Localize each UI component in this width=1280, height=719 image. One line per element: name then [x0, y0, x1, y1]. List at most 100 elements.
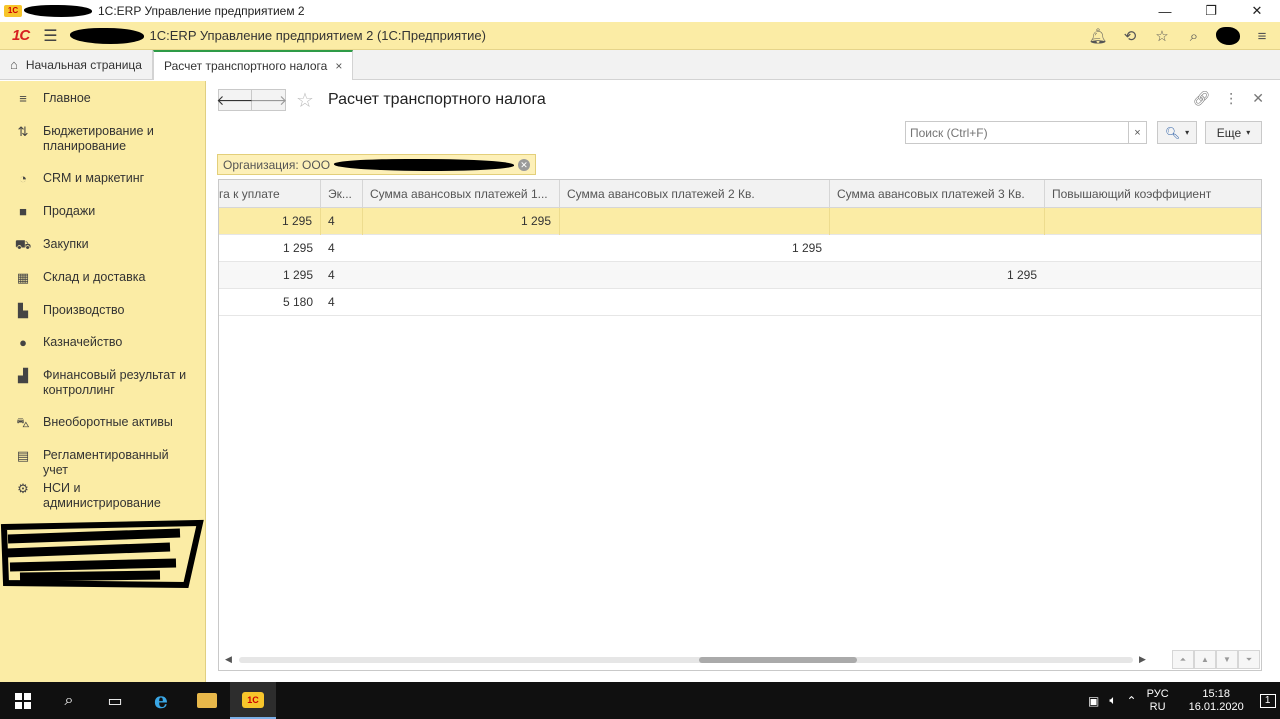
sidebar-item-regulated-accounting[interactable]: ▤ Регламентированный учет: [0, 448, 206, 478]
more-button[interactable]: Еще ▾: [1205, 121, 1262, 144]
table-cell: 1 295: [1006, 268, 1037, 282]
forward-button[interactable]: 🡒: [250, 89, 287, 111]
gear-icon: ⚙: [17, 481, 29, 496]
table-row[interactable]: 1 295 4 1 295: [219, 208, 1261, 235]
column-header[interactable]: Эк...: [321, 180, 363, 208]
bell-icon[interactable]: 🔔︎: [1088, 27, 1108, 45]
table-cell: [363, 289, 560, 316]
redaction-mark: [1216, 27, 1240, 45]
filter-remove-icon[interactable]: ✕: [518, 158, 531, 171]
tab-home[interactable]: ⌂ Начальная страница: [0, 50, 153, 79]
sidebar-item-treasury[interactable]: ● Казначейство: [0, 335, 206, 350]
sidebar-item-purchases[interactable]: ⛟ Закупки: [0, 237, 206, 252]
more-button-label: Еще: [1216, 125, 1242, 140]
taskbar-ie[interactable]: e: [138, 682, 184, 719]
sidebar-item-label: Главное: [43, 91, 91, 105]
settings-menu-icon[interactable]: ≡: [1252, 28, 1272, 45]
table-row[interactable]: 5 180 4: [219, 289, 1261, 316]
volume-icon[interactable]: 🔈︎: [1109, 693, 1116, 708]
tab-transport-tax[interactable]: Расчет транспортного налога ×: [152, 50, 354, 80]
task-view-button[interactable]: ▭: [92, 682, 138, 719]
taskbar-1c[interactable]: 1С: [230, 682, 276, 719]
sidebar-item-financial-result[interactable]: ▟ Финансовый результат и контроллинг: [0, 368, 206, 398]
table-cell: [830, 208, 1045, 235]
table-cell: 1 295: [791, 241, 822, 255]
page-down-icon[interactable]: ▼: [1216, 650, 1238, 669]
column-header[interactable]: Сумма авансовых платежей 3 Кв.: [830, 180, 1045, 208]
restore-button[interactable]: ❐: [1188, 0, 1234, 22]
window-close-button[interactable]: ✕: [1234, 0, 1280, 22]
table-cell: 4: [328, 268, 335, 282]
truck-icon: ⛍: [16, 415, 30, 430]
horizontal-scrollbar[interactable]: ◀ ▶: [219, 650, 1261, 670]
column-header[interactable]: Сумма авансовых платежей 2 Кв.: [560, 180, 830, 208]
table-cell: 5 180: [282, 295, 313, 309]
first-row-icon[interactable]: ⏶: [1172, 650, 1194, 669]
search-icon[interactable]: ⌕: [1184, 28, 1204, 45]
minimize-button[interactable]: —: [1142, 0, 1188, 22]
search-button[interactable]: 🔍︎ ▾: [1157, 121, 1197, 144]
1c-app-icon: 1С: [242, 691, 264, 708]
table-cell: [560, 262, 830, 289]
tab-close-button[interactable]: ×: [335, 59, 342, 73]
app-header: 1С ☰ 1С:ERP Управление предприятием 2 (1…: [0, 22, 1280, 50]
table-cell: 1 295: [219, 208, 321, 235]
table-row[interactable]: 1 295 4 1 295: [219, 235, 1261, 262]
favorite-star-icon[interactable]: ☆: [296, 88, 314, 113]
table-cell: [1045, 208, 1261, 235]
page-up-icon[interactable]: ▲: [1194, 650, 1216, 669]
ruble-coin-icon: ●: [19, 335, 27, 350]
sidebar-item-label: Внеоборотные активы: [43, 415, 173, 429]
window-titlebar: 1С 1C:ERP Управление предприятием 2 — ❐ …: [0, 0, 1280, 22]
warehouse-icon: ▦: [16, 270, 30, 285]
task-view-icon: ▭: [107, 692, 123, 710]
sidebar-item-warehouse[interactable]: ▦ Склад и доставка: [0, 270, 206, 285]
sidebar-item-production[interactable]: ▙ Производство: [0, 303, 206, 318]
table-cell: 4: [328, 295, 335, 309]
language-indicator[interactable]: РУС RU: [1147, 688, 1169, 714]
clock[interactable]: 15:18 16.01.2020: [1189, 688, 1244, 714]
link-icon[interactable]: 🔗︎: [1192, 90, 1210, 107]
column-header[interactable]: Сумма авансовых платежей 1...: [363, 180, 560, 208]
network-icon[interactable]: ▣: [1088, 694, 1099, 708]
clock-time: 15:18: [1202, 687, 1230, 700]
search-input[interactable]: [906, 122, 1128, 143]
search-clear-button[interactable]: ×: [1128, 122, 1146, 143]
search-box: ×: [905, 121, 1147, 144]
main-menu-icon[interactable]: ☰: [43, 26, 57, 46]
favorites-star-icon[interactable]: ☆: [1152, 27, 1172, 45]
tray-chevron-icon[interactable]: ⌃: [1127, 694, 1137, 708]
organization-filter[interactable]: Организация: ООО ✕: [217, 154, 536, 175]
tab-label: Расчет транспортного налога: [163, 59, 328, 73]
notifications-icon[interactable]: 1: [1259, 693, 1276, 708]
sidebar-item-crm[interactable]: ◔ CRM и маркетинг: [0, 171, 206, 186]
last-row-icon[interactable]: ⏷: [1238, 650, 1260, 669]
table-row[interactable]: 1 295 4 1 295: [219, 262, 1261, 289]
scroll-track[interactable]: [239, 657, 1133, 663]
scroll-left-icon[interactable]: ◀: [225, 654, 232, 665]
history-icon[interactable]: ⟲: [1120, 27, 1140, 45]
table-cell: 4: [328, 241, 335, 255]
column-header[interactable]: га к уплате: [219, 180, 321, 208]
chevron-down-icon: ▾: [1185, 128, 1190, 137]
app-logo-icon: 1С: [4, 5, 22, 17]
sidebar-item-admin[interactable]: ⚙ НСИ и администрирование: [0, 481, 206, 511]
scroll-thumb[interactable]: [699, 657, 857, 663]
filter-label: Организация: ООО: [223, 157, 331, 172]
window-title: 1C:ERP Управление предприятием 2: [98, 4, 305, 18]
sidebar-item-sales[interactable]: ■ Продажи: [0, 204, 206, 219]
table-cell: 4: [321, 208, 363, 235]
form-close-icon[interactable]: ✕: [1252, 90, 1264, 107]
sidebar-item-fixed-assets[interactable]: ⛍ Внеоборотные активы: [0, 415, 206, 430]
taskbar-explorer[interactable]: [184, 682, 230, 719]
more-actions-icon[interactable]: ⋮: [1224, 90, 1238, 107]
back-button[interactable]: 🡐: [216, 89, 254, 111]
chevron-down-icon: ▾: [1246, 128, 1251, 137]
sidebar-item-main[interactable]: ≡ Главное: [0, 91, 206, 106]
column-header[interactable]: Повышающий коэффициент: [1045, 180, 1261, 208]
start-button[interactable]: [0, 682, 46, 719]
taskbar-search-button[interactable]: ⌕: [46, 682, 92, 719]
sidebar-item-budgeting[interactable]: ⇅ Бюджетирование и планирование: [0, 124, 206, 154]
sidebar-item-label: Финансовый результат и контроллинг: [43, 368, 187, 397]
scroll-right-icon[interactable]: ▶: [1139, 654, 1146, 665]
